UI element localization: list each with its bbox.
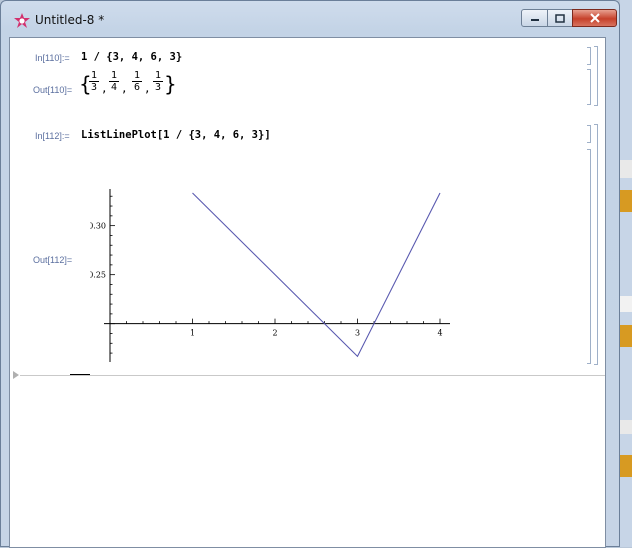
plot-ticks: 1 2 3 4 0.25 0.30	[90, 196, 443, 353]
mathematica-icon	[14, 13, 30, 29]
fraction-numerator: 1	[132, 70, 142, 82]
notebook-document[interactable]: In[110]:= 1 / {3, 4, 6, 3} Out[110]= { 1…	[9, 37, 606, 548]
group-bracket-112[interactable]	[594, 124, 598, 365]
insertion-arrow-icon	[13, 371, 19, 379]
cell-bracket-output-110[interactable]	[587, 69, 591, 105]
window-title: Untitled-8 *	[35, 13, 104, 27]
cell-insertion-bar[interactable]	[20, 375, 606, 376]
x-tick-label: 4	[437, 329, 442, 338]
output-label-112: Out[112]=	[33, 255, 72, 265]
close-icon	[589, 13, 601, 23]
cell-bracket-input-112[interactable]	[587, 125, 591, 143]
fraction-denominator: 4	[109, 82, 119, 93]
comma: ,	[101, 82, 108, 95]
fraction-numerator: 1	[153, 70, 163, 82]
series-line	[193, 193, 441, 356]
fraction-denominator: 6	[132, 82, 142, 93]
input-code-112[interactable]: ListLinePlot[1 / {3, 4, 6, 3}]	[81, 129, 271, 141]
background-window-fragment	[620, 455, 632, 477]
background-window-fragment	[620, 190, 632, 212]
cell-bracket-input-110[interactable]	[587, 47, 591, 65]
fraction-denominator: 3	[153, 82, 163, 93]
minimize-icon	[530, 14, 540, 22]
notebook-window: Untitled-8 * In[110]:= 1 / {3, 4, 6, 3} …	[0, 0, 620, 547]
maximize-icon	[555, 14, 565, 23]
background-window-fragment	[620, 296, 632, 312]
close-brace: }	[164, 72, 177, 96]
x-tick-label: 3	[355, 329, 360, 338]
fraction-numerator: 1	[89, 70, 99, 82]
close-button[interactable]	[572, 9, 617, 27]
list-line-plot[interactable]: 1 2 3 4 0.25 0.30	[90, 150, 450, 365]
fraction-denominator: 3	[89, 82, 99, 93]
y-tick-label: 0.25	[90, 271, 106, 280]
text-cursor	[70, 374, 90, 375]
fraction-2: 1 4	[109, 70, 119, 93]
background-window-fragment	[620, 325, 632, 347]
fraction-1: 1 3	[89, 70, 99, 93]
cell-bracket-output-112[interactable]	[587, 149, 591, 364]
input-label-112: In[112]:=	[35, 131, 70, 141]
fraction-3: 1 6	[132, 70, 142, 93]
plot-series	[192, 193, 440, 356]
maximize-button[interactable]	[547, 9, 573, 27]
minimize-button[interactable]	[521, 9, 548, 27]
group-bracket-110[interactable]	[594, 46, 598, 106]
background-window-fragment	[620, 160, 632, 178]
background-window-fragment	[620, 420, 632, 434]
comma: ,	[121, 82, 128, 95]
output-label-110: Out[110]=	[33, 85, 72, 95]
input-label-110: In[110]:=	[35, 53, 70, 63]
x-tick-label: 1	[190, 329, 195, 338]
fraction-numerator: 1	[109, 70, 119, 82]
fraction-4: 1 3	[153, 70, 163, 93]
y-tick-label: 0.30	[90, 222, 106, 231]
x-tick-label: 2	[272, 329, 277, 338]
title-bar[interactable]: Untitled-8 *	[1, 1, 621, 35]
input-code-110[interactable]: 1 / {3, 4, 6, 3}	[81, 51, 182, 63]
comma: ,	[144, 82, 151, 95]
